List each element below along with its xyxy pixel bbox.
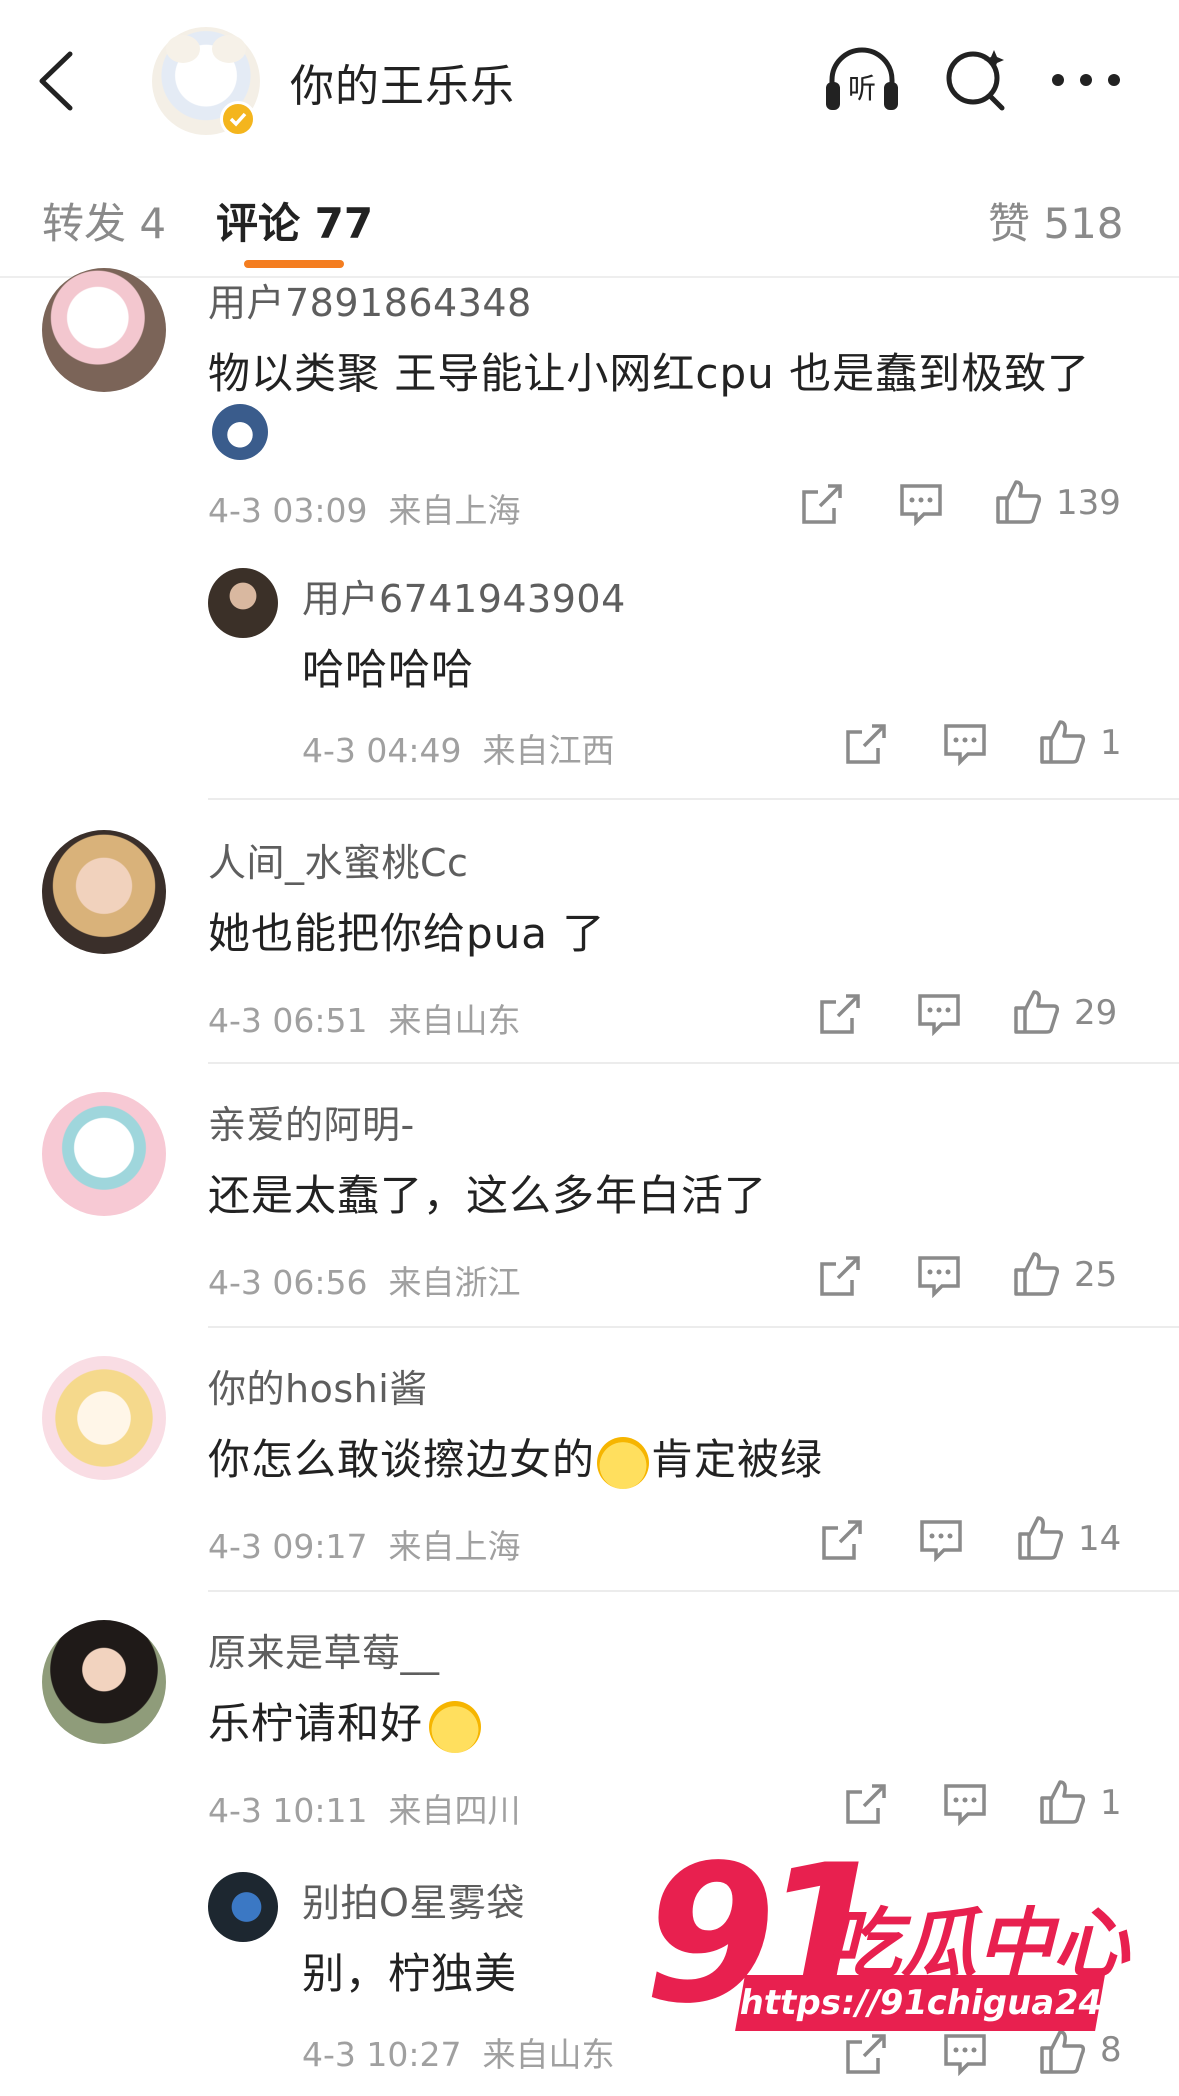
- comment-username[interactable]: 亲爱的阿明-: [208, 1094, 415, 1149]
- like-count: 29: [1074, 993, 1118, 1033]
- avatar[interactable]: [42, 1620, 166, 1744]
- svg-text:听: 听: [848, 72, 876, 105]
- tab-likes[interactable]: 赞 518: [988, 190, 1124, 251]
- comment-meta: 4-3 09:17 来自上海: [208, 1527, 521, 1566]
- avatar[interactable]: [42, 1092, 166, 1216]
- share-button[interactable]: [844, 722, 888, 766]
- dog-emoji-icon: [212, 404, 268, 460]
- share-button[interactable]: [818, 1254, 862, 1298]
- headphones-icon: 听: [826, 47, 898, 110]
- comment-icon: [900, 484, 942, 526]
- avatar[interactable]: [42, 830, 166, 954]
- comment-meta: 4-3 06:56 来自浙江: [208, 1263, 521, 1302]
- active-tab-indicator: [244, 260, 344, 268]
- share-button[interactable]: [818, 992, 862, 1036]
- comment-meta: 4-3 10:27 来自山东: [302, 2035, 615, 2074]
- share-icon: [846, 724, 886, 764]
- thumbs-up-icon: [1040, 1780, 1086, 1824]
- comment-username[interactable]: 你的hoshi酱: [208, 1358, 428, 1413]
- like-button[interactable]: [1012, 1250, 1060, 1298]
- comment-text: 物以类聚 王导能让小网红cpu 也是蠢到极致了: [208, 349, 1091, 398]
- thumbs-up-icon: [996, 480, 1042, 524]
- avatar[interactable]: [42, 268, 166, 392]
- thumbs-up-icon: [1040, 720, 1086, 764]
- cool-emoji-icon: [429, 1700, 482, 1753]
- comment-username[interactable]: 别拍O星雾袋: [302, 1872, 525, 1927]
- reply-button[interactable]: [916, 992, 962, 1036]
- share-icon: [822, 1520, 862, 1560]
- comment-icon: [944, 1784, 986, 1826]
- back-button[interactable]: [30, 46, 86, 116]
- comment-username[interactable]: 用户6741943904: [302, 568, 626, 623]
- like-count: 1: [1100, 1783, 1122, 1823]
- comment-meta: 4-3 10:11 来自四川: [208, 1791, 521, 1830]
- comment-username[interactable]: 原来是草莓__: [208, 1622, 440, 1677]
- comment-text: 她也能把你给pua 了: [208, 909, 606, 958]
- search-icon: [946, 50, 1005, 111]
- like-count: 25: [1074, 1255, 1118, 1295]
- avatar[interactable]: [42, 1356, 166, 1480]
- listen-button[interactable]: 听: [822, 44, 902, 114]
- reply-button[interactable]: [918, 1518, 964, 1562]
- comment-meta: 4-3 06:51 来自山东: [208, 1001, 521, 1040]
- comment-username[interactable]: 用户7891864348: [208, 272, 532, 327]
- comment-username[interactable]: 人间_水蜜桃Cc: [208, 832, 468, 887]
- comment-meta: 4-3 04:49 来自江西: [302, 731, 615, 770]
- divider: [208, 1062, 1179, 1064]
- top-bar: 你的王乐乐 听: [0, 0, 1179, 152]
- thumbs-up-icon: [1014, 990, 1060, 1034]
- like-count: 1: [1100, 723, 1122, 763]
- share-icon: [846, 1784, 886, 1824]
- laugh-cry-emoji-icon: [597, 1436, 650, 1489]
- divider: [208, 1326, 1179, 1328]
- reply-button[interactable]: [898, 482, 944, 526]
- like-count: 14: [1078, 1519, 1122, 1559]
- share-button[interactable]: [844, 1782, 888, 1826]
- like-button[interactable]: [1012, 988, 1060, 1036]
- watermark-logo: 91 吃瓜中心 https://91chigua24.com: [640, 1840, 1179, 2096]
- tab-bar: 转发 4 评论 77 赞 518: [0, 150, 1179, 278]
- comment-text: 你怎么敢谈擦边女的 肯定被绿: [208, 1426, 823, 1489]
- more-icon: [1052, 74, 1120, 86]
- comment-text: 还是太蠢了，这么多年白活了: [208, 1171, 768, 1220]
- share-icon: [820, 1256, 860, 1296]
- reply-button[interactable]: [916, 1254, 962, 1298]
- page-title: 你的王乐乐: [290, 61, 515, 112]
- tab-reposts[interactable]: 转发 4: [42, 190, 166, 251]
- comment-icon: [918, 1256, 960, 1298]
- share-icon: [820, 994, 860, 1034]
- divider: [208, 798, 1179, 800]
- share-icon: [802, 484, 842, 524]
- comment-text: 别，柠独美: [302, 1949, 518, 1998]
- like-button[interactable]: [994, 478, 1042, 526]
- avatar[interactable]: [208, 1872, 278, 1942]
- thumbs-up-icon: [1014, 1252, 1060, 1296]
- like-button[interactable]: [1038, 1778, 1086, 1826]
- reply-button[interactable]: [942, 1782, 988, 1826]
- like-count: 139: [1056, 483, 1121, 523]
- more-button[interactable]: [1050, 62, 1122, 98]
- comment-text: 乐柠请和好: [208, 1690, 482, 1753]
- share-button[interactable]: [800, 482, 844, 526]
- comment-icon: [918, 994, 960, 1036]
- like-button[interactable]: [1016, 1514, 1064, 1562]
- comment-icon: [920, 1520, 962, 1562]
- verified-badge-icon: [220, 101, 256, 137]
- search-button[interactable]: [942, 44, 1012, 114]
- like-button[interactable]: [1038, 718, 1086, 766]
- tab-comments[interactable]: 评论 77: [216, 190, 373, 251]
- comment-text: 哈哈哈哈: [302, 645, 475, 694]
- comment-icon: [944, 724, 986, 766]
- thumbs-up-icon: [1018, 1516, 1064, 1560]
- reply-button[interactable]: [942, 722, 988, 766]
- chevron-left-icon: [39, 51, 73, 111]
- comment-meta: 4-3 03:09 来自上海: [208, 491, 521, 530]
- divider: [208, 1590, 1179, 1592]
- watermark-url: https://91chigua24.com: [735, 1975, 1179, 2031]
- avatar[interactable]: [208, 568, 278, 638]
- share-button[interactable]: [820, 1518, 864, 1562]
